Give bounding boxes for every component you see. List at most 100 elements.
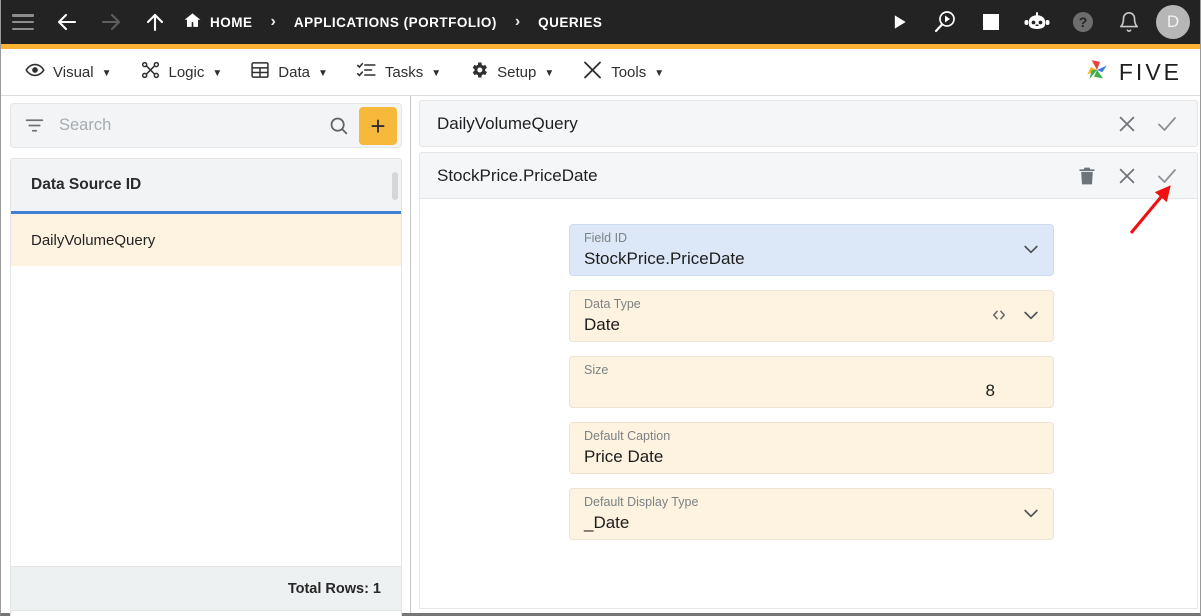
field-id-adornments (1021, 225, 1041, 277)
data-type-value: Date (584, 315, 620, 334)
search-bar: + (10, 103, 402, 148)
table-icon (250, 60, 270, 84)
breadcrumb-separator: › (270, 13, 276, 30)
size-value: 8 (985, 381, 995, 400)
default-display-type-input[interactable]: Default Display Type _Date (569, 488, 1054, 540)
menu-tasks[interactable]: Tasks ▼ (342, 49, 455, 96)
menu-data[interactable]: Data ▼ (236, 49, 342, 96)
menu-data-label: Data (278, 63, 310, 81)
field-id-value: StockPrice.PriceDate (584, 249, 745, 268)
breadcrumb-home-label: HOME (210, 14, 253, 30)
code-angle-brackets-icon[interactable] (989, 306, 1009, 329)
menu-tools-label: Tools (611, 63, 647, 81)
stop-icon[interactable] (968, 0, 1014, 44)
five-pinwheel-icon (1082, 55, 1112, 90)
data-type-adornments (989, 291, 1041, 343)
default-display-type-label: Default Display Type (584, 495, 699, 509)
size-input[interactable]: Size 8 (569, 356, 1054, 408)
tools-icon (582, 60, 603, 84)
default-display-type-adornments (1021, 489, 1041, 541)
up-arrow-icon[interactable] (133, 0, 177, 44)
chevron-down-icon[interactable] (1021, 239, 1041, 264)
menu-visual-label: Visual (53, 63, 94, 81)
list-column-header[interactable]: Data Source ID (11, 159, 401, 214)
application-window: HOME › APPLICATIONS (PORTFOLIO) › QUERIE… (0, 0, 1201, 616)
filter-icon[interactable] (24, 115, 45, 136)
menu-tools[interactable]: Tools ▼ (568, 49, 678, 96)
hamburger-menu-icon[interactable] (1, 0, 45, 44)
column-header-data-source-id: Data Source ID (31, 176, 142, 193)
chevron-down-icon: ▼ (431, 67, 442, 79)
delete-trash-icon[interactable] (1067, 156, 1107, 196)
topbar-actions: ? D (876, 0, 1200, 44)
field-id-label: Field ID (584, 231, 628, 245)
menu-setup-label: Setup (497, 63, 537, 81)
chevron-down-icon: ▼ (317, 67, 328, 79)
gear-icon (469, 60, 489, 84)
data-source-list: Data Source ID DailyVolumeQuery (10, 158, 402, 616)
five-wordmark: FIVE (1118, 58, 1182, 85)
default-caption-input[interactable]: Default Caption Price Date (569, 422, 1054, 474)
eye-icon (25, 60, 45, 84)
data-type-input[interactable]: Data Type Date (569, 290, 1054, 342)
field-id-input[interactable]: Field ID StockPrice.PriceDate (569, 224, 1054, 276)
query-header: DailyVolumeQuery (419, 100, 1198, 147)
breadcrumb-queries-label: QUERIES (538, 14, 603, 30)
menu-setup[interactable]: Setup ▼ (455, 49, 568, 96)
main-panel: DailyVolumeQuery StockPrice.PriceDate Fi… (412, 96, 1200, 613)
default-caption-label: Default Caption (584, 429, 671, 443)
menu-visual[interactable]: Visual ▼ (11, 49, 126, 96)
breadcrumb-separator-2: › (514, 13, 521, 30)
field-confirm-check-icon[interactable] (1147, 156, 1187, 196)
chevron-down-icon[interactable] (1021, 305, 1041, 330)
home-icon (183, 11, 202, 33)
forward-arrow-icon[interactable] (89, 0, 133, 44)
query-confirm-check-icon[interactable] (1147, 104, 1187, 144)
search-icon[interactable] (318, 115, 359, 136)
breadcrumb-applications-label: APPLICATIONS (PORTFOLIO) (293, 14, 497, 30)
page-title: DailyVolumeQuery (437, 113, 578, 133)
run-icon[interactable] (876, 0, 922, 44)
menu-logic[interactable]: Logic ▼ (126, 49, 237, 96)
debug-run-icon[interactable] (922, 0, 968, 44)
checklist-icon (356, 60, 377, 84)
default-display-type-value: _Date (584, 513, 630, 532)
sidebar-panel: + Data Source ID DailyVolumeQuery Total … (1, 96, 411, 616)
field-form-body: Field ID StockPrice.PriceDate Data Type … (419, 199, 1198, 609)
add-new-button[interactable]: + (359, 106, 397, 145)
top-navigation-bar: HOME › APPLICATIONS (PORTFOLIO) › QUERIE… (1, 0, 1200, 44)
field-title: StockPrice.PriceDate (437, 165, 598, 185)
breadcrumb-home[interactable]: HOME (177, 0, 259, 44)
default-caption-value: Price Date (584, 447, 664, 466)
help-icon[interactable]: ? (1060, 0, 1106, 44)
list-item-label: DailyVolumeQuery (31, 231, 156, 249)
list-item[interactable]: DailyVolumeQuery (11, 214, 401, 266)
menu-logic-label: Logic (168, 63, 205, 81)
five-logo: FIVE (1082, 55, 1200, 90)
breadcrumb-applications[interactable]: APPLICATIONS (PORTFOLIO) (288, 0, 503, 44)
chevron-down-icon: ▼ (544, 67, 555, 79)
field-close-icon[interactable] (1107, 156, 1147, 196)
menu-tasks-label: Tasks (384, 63, 424, 81)
total-rows-footer: Total Rows: 1 (10, 566, 402, 611)
chevron-down-icon: ▼ (101, 67, 112, 79)
list-scrollbar-thumb[interactable] (392, 172, 398, 200)
user-avatar[interactable]: D (1156, 5, 1190, 39)
data-type-label: Data Type (584, 297, 641, 311)
assistant-robot-icon[interactable] (1014, 0, 1060, 44)
size-label: Size (584, 363, 609, 377)
module-menu-bar: Visual ▼ Logic ▼ Data ▼ Tasks ▼ Setup ▼ … (1, 49, 1200, 96)
query-close-icon[interactable] (1107, 104, 1147, 144)
back-arrow-icon[interactable] (45, 0, 89, 44)
chevron-down-icon[interactable] (1021, 503, 1041, 528)
breadcrumb-queries[interactable]: QUERIES (532, 0, 608, 44)
field-form: Field ID StockPrice.PriceDate Data Type … (569, 224, 1054, 554)
search-input[interactable] (59, 116, 318, 135)
svg-text:?: ? (1079, 14, 1088, 30)
chevron-down-icon: ▼ (654, 67, 665, 79)
chevron-down-icon: ▼ (212, 67, 223, 79)
notifications-bell-icon[interactable] (1106, 0, 1152, 44)
field-subheader: StockPrice.PriceDate (419, 152, 1198, 199)
total-rows-label: Total Rows: 1 (287, 580, 381, 597)
logic-nodes-icon (140, 60, 161, 84)
